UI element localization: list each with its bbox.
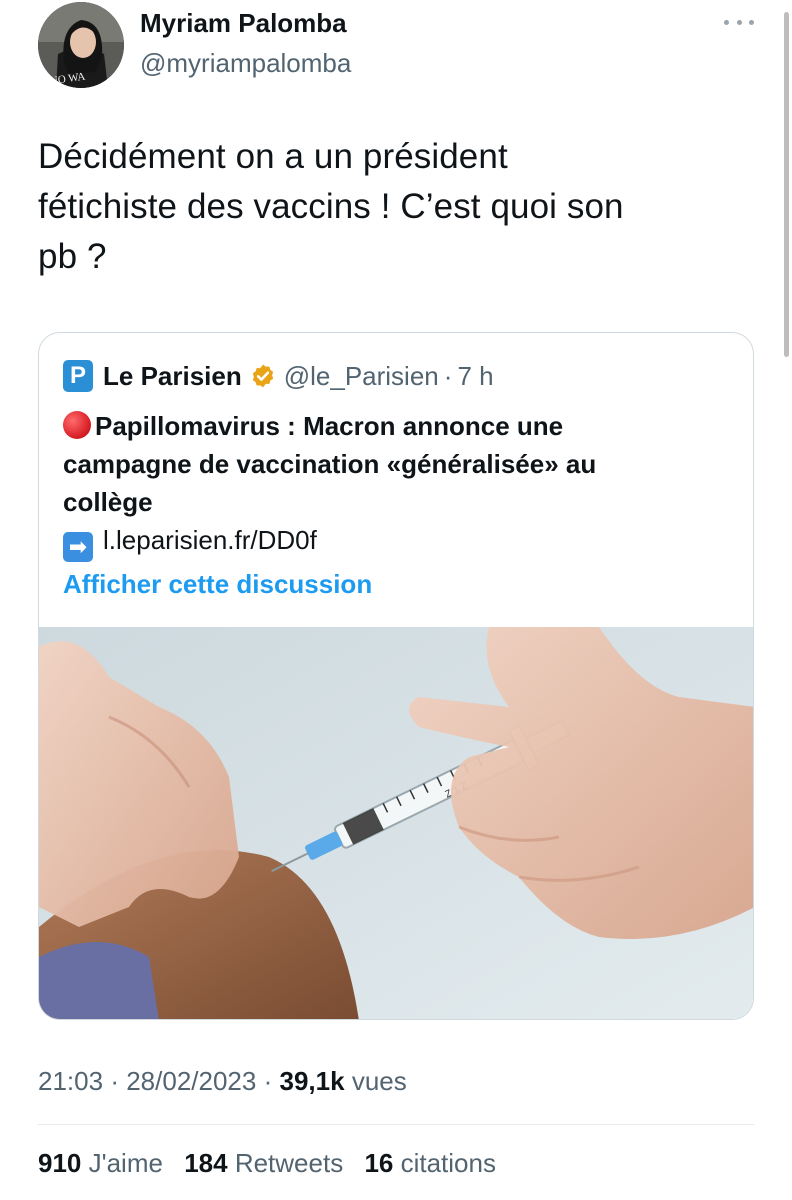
tweet-meta: 21:03 · 28/02/2023 · 39,1k vues (38, 1066, 407, 1097)
retweets-stat[interactable]: 184 Retweets (184, 1148, 343, 1178)
tweet-text-line: fétichiste des vaccins ! C’est quoi son (38, 187, 624, 226)
views-count: 39,1k (279, 1066, 345, 1096)
show-thread-link[interactable]: Afficher cette discussion (63, 569, 372, 600)
separator-dot: · (443, 360, 453, 391)
quoted-tweet-text: Papillomavirus : Macron annonce une camp… (63, 407, 733, 562)
likes-stat[interactable]: 910 J'aime (38, 1148, 163, 1178)
verified-badge-icon (252, 364, 273, 388)
article-link[interactable]: l.leparisien.fr/DD0f (103, 525, 317, 555)
separator-dot: · (263, 1066, 273, 1096)
ellipsis-icon[interactable] (724, 12, 754, 32)
author-handle[interactable]: @myriampalomba (140, 48, 351, 79)
tweet-time[interactable]: 21:03 (38, 1066, 103, 1096)
retweets-count: 184 (184, 1148, 228, 1178)
quoted-tweet-card[interactable]: P Le Parisien @le_Parisien · 7 h Papillo… (38, 332, 754, 1020)
quoted-tweet-header: P Le Parisien @le_Parisien · 7 h (63, 359, 494, 393)
vaccination-photo[interactable]: Z 1 Z (39, 627, 753, 1019)
quoted-author-handle[interactable]: @le_Parisien (284, 361, 439, 392)
tweet-header: NO WA Myriam Palomba @myriampalomba (36, 0, 762, 100)
divider (38, 1124, 754, 1125)
right-arrow-icon: ➡ (63, 532, 93, 562)
engagement-stats: 910 J'aime 184 Retweets 16 citations (38, 1148, 510, 1179)
scrollbar[interactable] (780, 0, 792, 1200)
red-circle-icon (63, 411, 91, 439)
scrollbar-thumb[interactable] (784, 12, 789, 357)
quoted-text-line: collège (63, 487, 153, 517)
quotes-label: citations (400, 1148, 496, 1178)
tweet-text-line: pb ? (38, 237, 107, 276)
separator-dot: · (110, 1066, 119, 1096)
quotes-stat[interactable]: 16 citations (364, 1148, 496, 1178)
le-parisien-logo[interactable]: P (63, 360, 93, 392)
quoted-tweet-time[interactable]: 7 h (457, 361, 493, 392)
tweet-text: Décidément on a un président fétichiste … (38, 132, 758, 282)
tweet-date[interactable]: 28/02/2023 (126, 1066, 256, 1096)
quoted-text-line: campagne de vaccination «généralisée» au (63, 449, 597, 479)
likes-label: J'aime (88, 1148, 163, 1178)
tweet-detail-page: NO WA Myriam Palomba @myriampalomba Déci… (0, 0, 792, 1200)
avatar[interactable]: NO WA (38, 2, 124, 88)
likes-count: 910 (38, 1148, 82, 1178)
tweet-text-line: Décidément on a un président (38, 137, 508, 176)
quotes-count: 16 (364, 1148, 394, 1178)
views-label: vues (351, 1066, 407, 1096)
quoted-text-line: Papillomavirus : Macron annonce une (95, 411, 564, 441)
quoted-author-name[interactable]: Le Parisien (103, 361, 242, 392)
author-name[interactable]: Myriam Palomba (140, 8, 347, 39)
retweets-label: Retweets (234, 1148, 344, 1178)
